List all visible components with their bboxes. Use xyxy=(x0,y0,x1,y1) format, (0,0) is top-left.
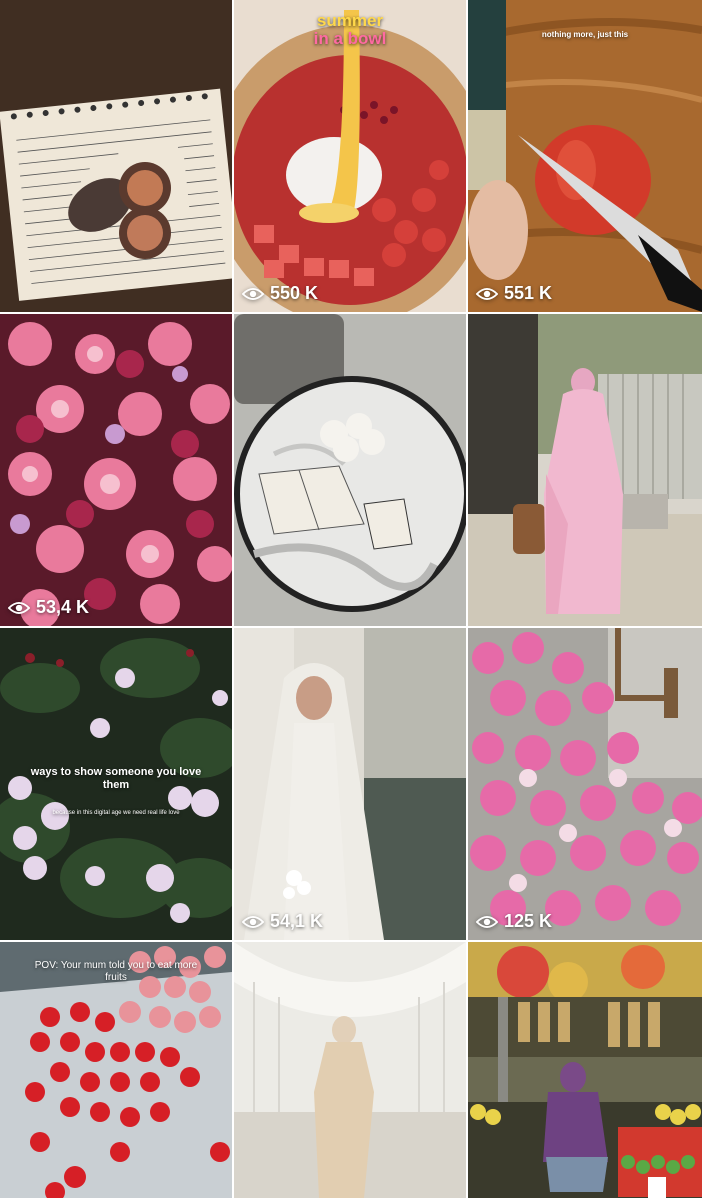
bellflowers-thumbnail xyxy=(468,628,702,940)
eye-icon xyxy=(242,915,264,928)
notebook-thumbnail xyxy=(0,0,232,312)
reel-tile-summer-bowl[interactable]: summer in a bowl 550 K xyxy=(234,0,466,312)
views-count-label: 125 K xyxy=(504,911,553,931)
reel-tile-fruit-market[interactable] xyxy=(468,942,702,1198)
eye-icon xyxy=(476,287,498,300)
bride-thumbnail xyxy=(234,628,466,940)
reel-tile-bellflowers[interactable]: 125 K xyxy=(468,628,702,940)
reel-tile-roses[interactable]: ways to show someone you love them becau… xyxy=(0,628,232,940)
reel-tile-notebook[interactable] xyxy=(0,0,232,312)
summer-title: summer in a bowl xyxy=(234,12,466,48)
table-thumbnail xyxy=(234,314,466,626)
views-count-label: 53,4 K xyxy=(36,597,90,617)
reel-tile-bride-satin[interactable] xyxy=(234,942,466,1198)
views-count: 125 K xyxy=(476,911,552,932)
reel-tile-bride[interactable]: 54,1 K xyxy=(234,628,466,940)
reel-tile-pink-dress[interactable] xyxy=(468,314,702,626)
reel-tile-table[interactable] xyxy=(234,314,466,626)
reels-grid: summer in a bowl 550 K nothing more, jus… xyxy=(0,0,702,1200)
bride-satin-thumbnail xyxy=(234,942,466,1198)
views-count: 551 K xyxy=(476,283,552,304)
reel-tile-strawberries[interactable]: POV: Your mum told you to eat more fruit… xyxy=(0,942,232,1198)
tomato-thumbnail xyxy=(468,0,702,312)
summer-title-line-1: summer xyxy=(316,11,384,30)
reel-tile-pink-flowers[interactable]: 53,4 K xyxy=(0,314,232,626)
eye-icon xyxy=(242,287,264,300)
views-count: 54,1 K xyxy=(242,911,323,932)
strawberries-caption: POV: Your mum told you to eat more fruit… xyxy=(34,960,198,983)
views-count-label: 54,1 K xyxy=(270,911,324,931)
views-count-label: 551 K xyxy=(504,283,553,303)
reel-tile-tomato[interactable]: nothing more, just this 551 K xyxy=(468,0,702,312)
pink-dress-thumbnail xyxy=(468,314,702,626)
views-count: 53,4 K xyxy=(8,597,89,618)
views-count-label: 550 K xyxy=(270,283,319,303)
pink-flowers-thumbnail xyxy=(0,314,232,626)
fruit-market-thumbnail xyxy=(468,942,702,1198)
eye-icon xyxy=(8,601,30,614)
tomato-caption: nothing more, just this xyxy=(541,30,629,39)
roses-subtext: because in this digital age we need real… xyxy=(52,810,180,816)
roses-heading: ways to show someone you love them xyxy=(30,766,202,791)
summer-title-line-2: in a bowl xyxy=(313,29,387,48)
eye-icon xyxy=(476,915,498,928)
views-count: 550 K xyxy=(242,283,318,304)
